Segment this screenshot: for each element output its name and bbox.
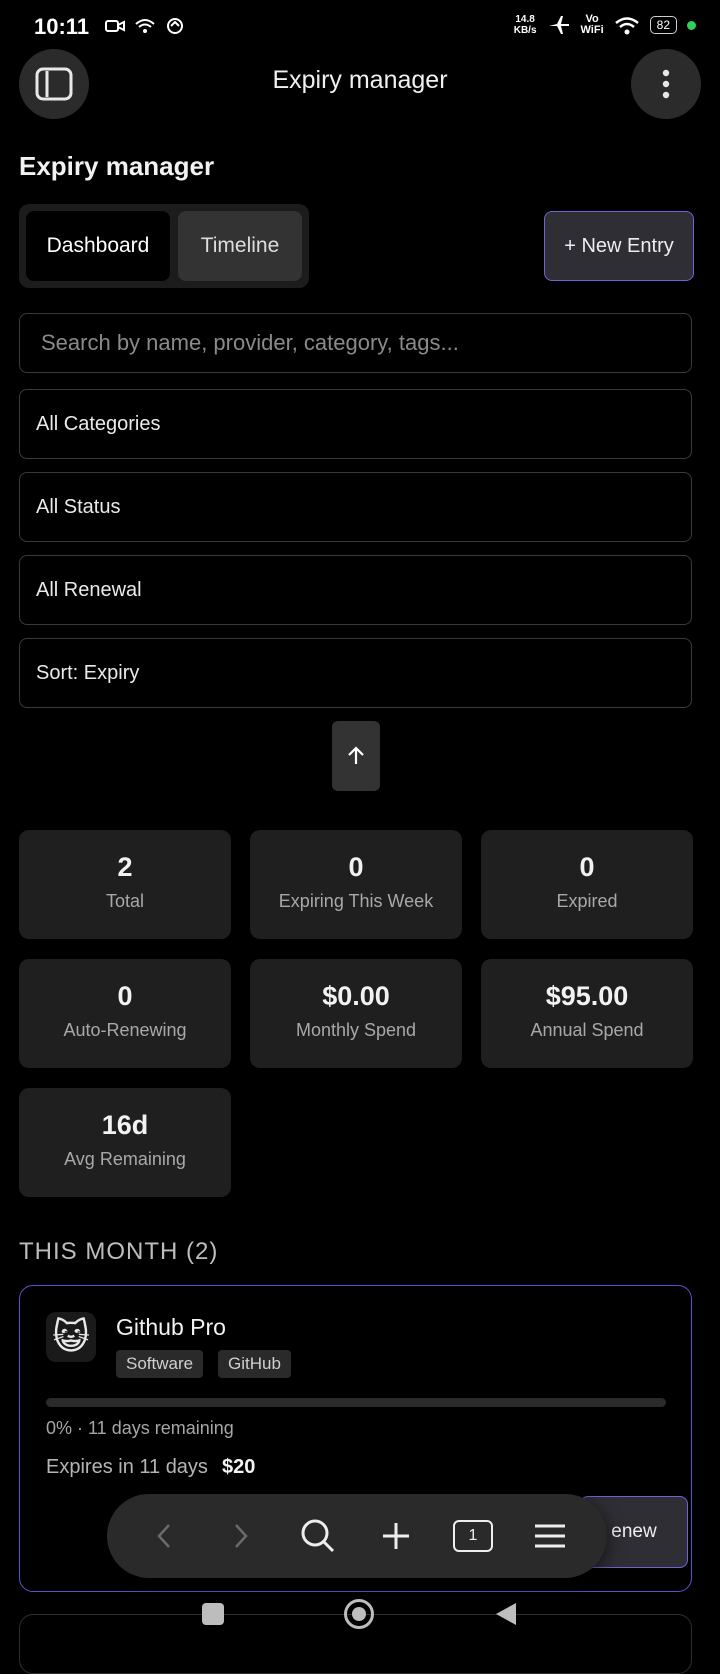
browser-toolbar: 1	[107, 1494, 607, 1578]
stat-monthly-spend: $0.00 Monthly Spend	[250, 959, 462, 1068]
status-select[interactable]: All Status	[19, 472, 692, 542]
tabs-icon: 1	[452, 1520, 493, 1552]
back-icon	[156, 1524, 170, 1548]
search-input[interactable]: Search by name, provider, category, tags…	[19, 313, 692, 373]
stat-value: 2	[117, 852, 133, 882]
app-bar-title: Expiry manager	[272, 66, 448, 94]
stat-annual-spend: $95.00 Annual Spend	[481, 959, 693, 1068]
stat-expiring-this-week: 0 Expiring This Week	[250, 830, 462, 939]
category-select[interactable]: All Categories	[19, 389, 692, 459]
page-title: Expiry manager	[19, 151, 215, 181]
tag-chip: Software	[116, 1350, 204, 1378]
expires-text: Expires in 11 days	[46, 1456, 208, 1478]
search-icon	[301, 1519, 335, 1553]
stat-value: $95.00	[545, 981, 629, 1011]
entry-name: Github Pro	[116, 1314, 226, 1340]
tab-timeline[interactable]: Timeline	[178, 211, 302, 281]
section-heading: THIS MONTH (2)	[19, 1238, 219, 1265]
airplane-icon	[548, 16, 569, 34]
forward-button[interactable]	[216, 1511, 266, 1561]
stat-label: Total	[105, 891, 145, 911]
recents-button[interactable]	[202, 1603, 224, 1625]
stat-value: 0	[348, 852, 364, 882]
home-button[interactable]	[344, 1599, 374, 1629]
renewal-select[interactable]: All Renewal	[19, 555, 692, 625]
tabs-button[interactable]: 1	[448, 1511, 498, 1561]
stat-label: Auto-Renewing	[63, 1020, 187, 1040]
entry-emoji: 😺	[52, 1316, 90, 1357]
net-speed: 14.8 KB/s	[513, 14, 537, 36]
status-icons-right: 14.8 KB/s Vo WiFi 82	[514, 14, 696, 36]
stat-avg-remaining: 16d Avg Remaining	[19, 1088, 231, 1197]
sort-direction-button[interactable]	[332, 721, 380, 791]
stat-expired: 0 Expired	[481, 830, 693, 939]
status-icons-left	[104, 16, 186, 36]
menu-icon	[535, 1524, 566, 1548]
cat-emoji-icon: 😺	[46, 1312, 96, 1362]
more-options-button[interactable]	[631, 49, 701, 119]
tab-count: 1	[468, 1527, 478, 1544]
privacy-indicator-dot	[687, 20, 696, 30]
menu-button[interactable]	[525, 1511, 575, 1561]
add-icon	[382, 1523, 409, 1549]
sync-icon	[167, 18, 183, 34]
progress-bar	[46, 1398, 666, 1407]
stat-value: $0.00	[322, 981, 390, 1011]
system-nav-bar	[0, 1594, 720, 1634]
wifi-icon	[135, 19, 155, 33]
back-nav-icon[interactable]	[494, 1601, 518, 1627]
stat-auto-renewing: 0 Auto-Renewing	[19, 959, 231, 1068]
status-time: 10:11	[34, 14, 90, 39]
stat-label: Expired	[556, 891, 618, 911]
stat-value: 0	[579, 852, 595, 882]
video-call-icon	[105, 20, 125, 32]
progress-text: 0% · 11 days remaining	[46, 1418, 234, 1438]
stat-label: Expiring This Week	[278, 891, 434, 911]
stat-label: Avg Remaining	[64, 1149, 186, 1169]
stat-label: Annual Spend	[530, 1020, 644, 1040]
search-button[interactable]	[293, 1511, 343, 1561]
home-dot	[352, 1607, 366, 1621]
back-button[interactable]	[139, 1511, 189, 1561]
price: $20	[222, 1456, 256, 1478]
wifi-signal-icon	[614, 17, 639, 35]
stat-value: 0	[117, 981, 133, 1011]
vowifi-label: Vo WiFi	[580, 13, 604, 36]
new-entry-button[interactable]: + New Entry	[544, 211, 694, 281]
view-tabs: Dashboard Timeline	[19, 204, 309, 288]
more-vert-icon	[662, 69, 670, 99]
battery-icon: 82	[649, 16, 677, 34]
tag-chip: GitHub	[218, 1350, 291, 1378]
stat-label: Monthly Spend	[295, 1020, 417, 1040]
stat-value: 16d	[101, 1110, 149, 1140]
forward-icon	[235, 1524, 248, 1548]
arrow-up-icon	[348, 746, 364, 764]
tab-dashboard[interactable]: Dashboard	[26, 211, 170, 281]
stat-total: 2 Total	[19, 830, 231, 939]
sort-select[interactable]: Sort: Expiry	[19, 638, 692, 708]
add-tab-button[interactable]	[371, 1511, 421, 1561]
